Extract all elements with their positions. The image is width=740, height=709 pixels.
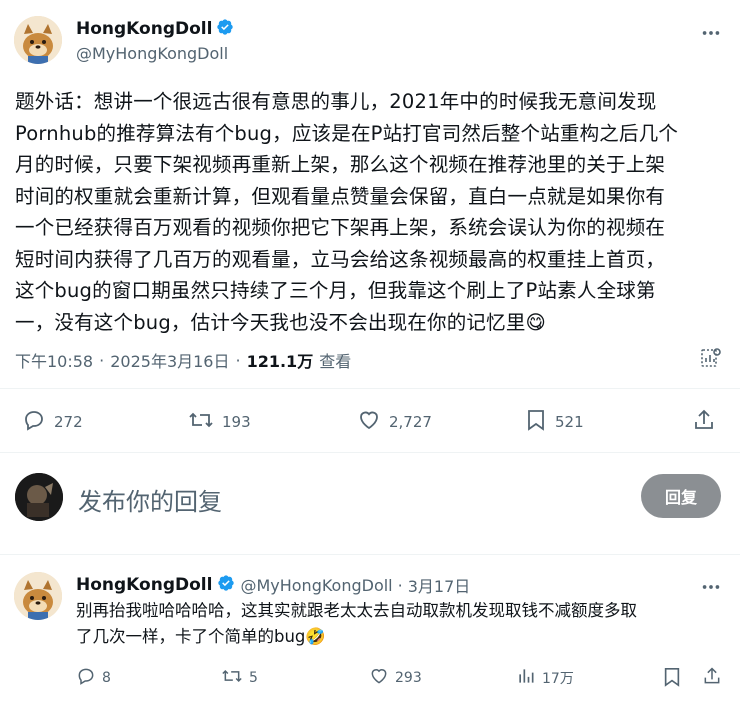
- like-action[interactable]: 2,727: [357, 408, 432, 436]
- tweet-line: 这个bug的窗口期虽然只持续了三个月，但我靠这个刷上了P站素人全球第: [15, 279, 656, 302]
- bookmark-count: 521: [555, 413, 584, 431]
- meta-separator: ·: [235, 350, 241, 370]
- tweet-line: Pornhub的推荐算法有个bug，应该是在P站打官司然后整个站重构之后几个: [15, 121, 679, 145]
- tweet-line: 时间的权重就会重新计算，但观看量点赞量会保留，直白一点就是如果你有: [15, 184, 666, 208]
- divider: [0, 388, 740, 389]
- reply-views-count: 17万: [542, 671, 574, 687]
- reply-reply-action[interactable]: 8: [76, 666, 111, 690]
- retweet-action[interactable]: 193: [188, 408, 251, 436]
- reply-header: HongKongDoll @MyHongKongDoll · 3月17日: [76, 573, 470, 597]
- reply-line: 了几次一样，卡了个简单的bug🤣: [76, 627, 326, 646]
- reply-retweet-action[interactable]: 5: [221, 666, 258, 690]
- analytics-icon[interactable]: [699, 346, 723, 374]
- more-icon[interactable]: [700, 22, 722, 48]
- reply-avatar[interactable]: [14, 572, 62, 620]
- reply-separator: ·: [397, 575, 403, 595]
- reply-views-action[interactable]: 17万: [516, 666, 574, 690]
- tweet-line: 题外话：想讲一个很远古很有意思的事儿，2021年中的时候我无意间发现: [15, 90, 657, 113]
- reply-like-action[interactable]: 293: [369, 666, 422, 690]
- tweet-line: 一个已经获得百万观看的视频你把它下架再上架，系统会误认为你的视频在: [15, 216, 666, 239]
- retweet-icon: [221, 666, 243, 690]
- meta-separator: ·: [99, 350, 105, 370]
- reply-date[interactable]: 3月17日: [408, 573, 471, 597]
- reply-retweet-count: 5: [249, 670, 258, 686]
- views-count: 121.1万: [246, 352, 314, 371]
- reply-author-name[interactable]: HongKongDoll: [76, 575, 212, 595]
- reply-icon: [76, 666, 96, 690]
- main-author-name[interactable]: HongKongDoll: [76, 19, 212, 39]
- views-icon: [516, 666, 536, 690]
- like-count: 2,727: [389, 413, 432, 431]
- reply-tweet-text: 别再抬我啦哈哈哈哈，这其实就跟老太太去自动取款机发现取钱不减额度多取 了几次一样…: [76, 598, 726, 650]
- reply-action[interactable]: 272: [22, 408, 83, 436]
- reply-like-count: 293: [395, 670, 422, 686]
- divider: [0, 554, 740, 555]
- views-label: 查看: [319, 352, 352, 371]
- share-icon[interactable]: [702, 666, 722, 690]
- reply-author-handle[interactable]: @MyHongKongDoll: [240, 576, 392, 595]
- bookmark-icon: [525, 408, 547, 436]
- tweet-line: 月的时候，只要下架视频再重新上架，那么这个视频在推荐池里的关于上架: [15, 153, 666, 176]
- tweet-line: 一，没有这个bug，估计今天我也没不会出现在你的记忆里😋: [15, 310, 547, 334]
- bookmark-action[interactable]: 521: [525, 408, 584, 436]
- tweet-line: 短时间内获得了几百万的观看量，立马会给这条视频最高的权重挂上首页，: [15, 247, 666, 271]
- tweet-date[interactable]: 2025年3月16日: [110, 348, 229, 372]
- main-avatar[interactable]: [14, 16, 62, 64]
- reply-button[interactable]: 回复: [641, 474, 721, 518]
- divider: [0, 452, 740, 453]
- reply-count: 272: [54, 413, 83, 431]
- tweet-time[interactable]: 下午10:58: [15, 348, 93, 372]
- retweet-count: 193: [222, 413, 251, 431]
- verified-badge-icon: [217, 574, 235, 596]
- heart-icon: [357, 408, 381, 436]
- reply-icon: [22, 408, 46, 436]
- verified-badge-icon: [216, 18, 234, 40]
- main-author-handle[interactable]: @MyHongKongDoll: [76, 44, 228, 63]
- bookmark-icon[interactable]: [662, 666, 682, 692]
- main-author: HongKongDoll: [76, 18, 234, 40]
- reply-line: 别再抬我啦哈哈哈哈，这其实就跟老太太去自动取款机发现取钱不减额度多取: [76, 601, 637, 620]
- user-avatar[interactable]: [15, 473, 63, 521]
- reply-reply-count: 8: [102, 670, 111, 686]
- main-tweet-text: 题外话：想讲一个很远古很有意思的事儿，2021年中的时候我无意间发现 Pornh…: [15, 86, 727, 338]
- retweet-icon: [188, 408, 214, 436]
- share-icon[interactable]: [692, 408, 716, 436]
- tweet-meta: 下午10:58 · 2025年3月16日 · 121.1万 查看: [15, 348, 351, 372]
- compose-input[interactable]: 发布你的回复: [78, 482, 222, 517]
- heart-icon: [369, 666, 389, 690]
